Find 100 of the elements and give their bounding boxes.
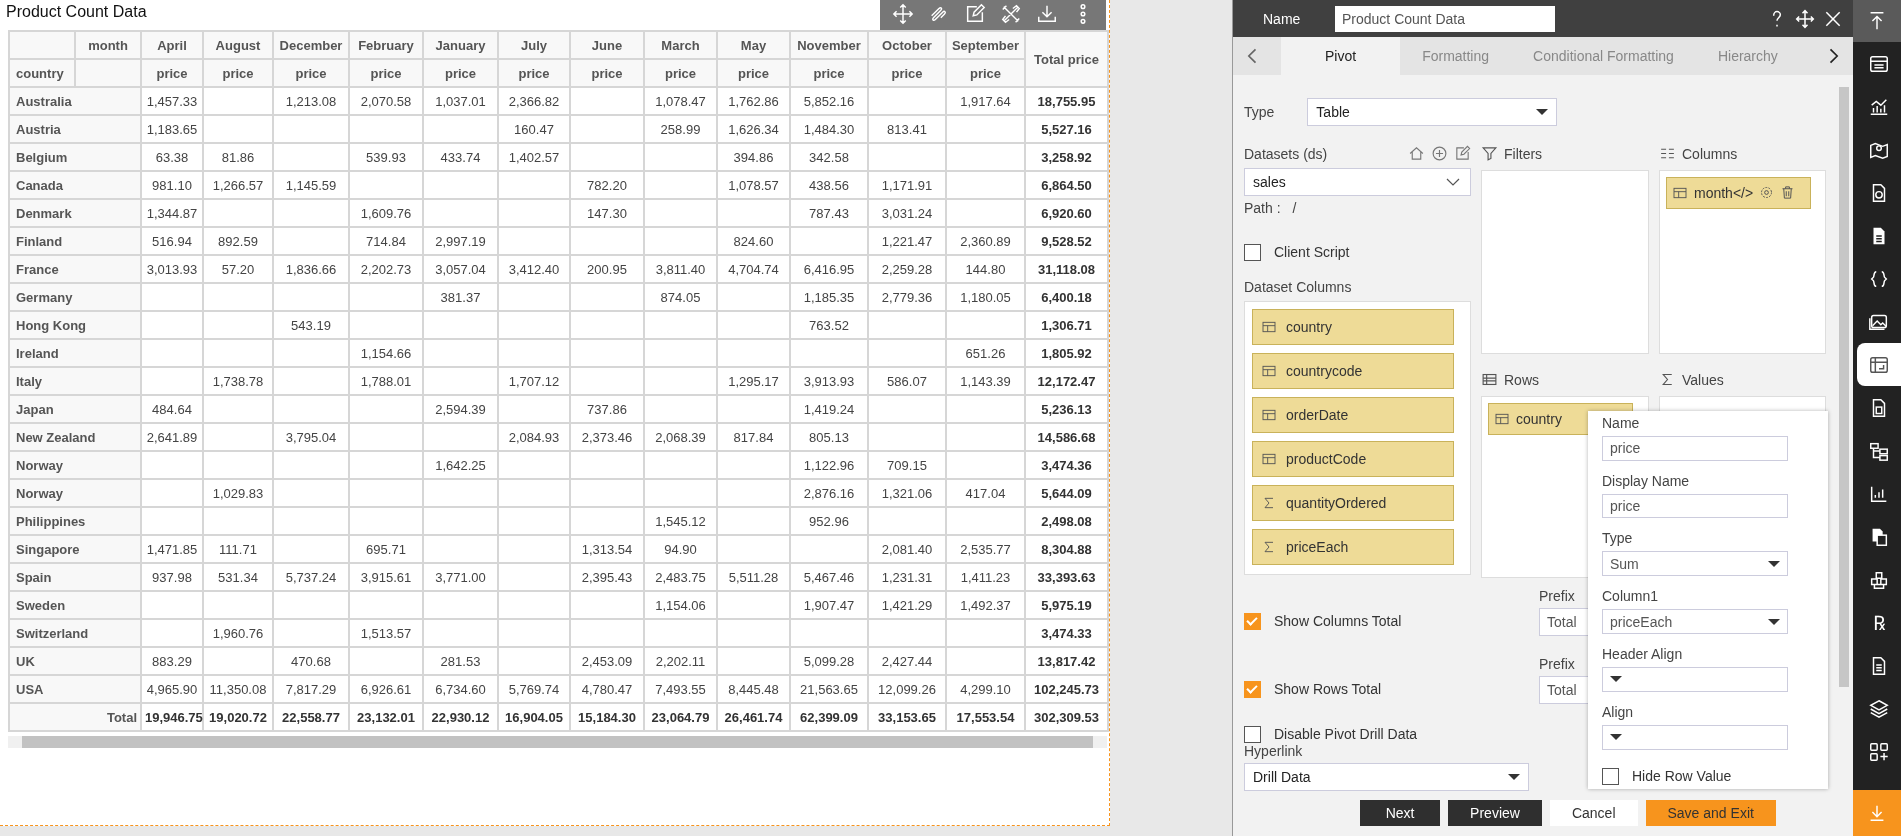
field-label: Type xyxy=(1602,530,1634,547)
table-cell: 1,122.96 xyxy=(790,451,868,479)
dataset-select[interactable]: sales xyxy=(1244,167,1471,196)
column-chip[interactable]: country xyxy=(1252,308,1454,345)
header-cell: June xyxy=(570,31,644,59)
column-chip[interactable]: productCode xyxy=(1252,440,1454,477)
table-cell: 8,445.48 xyxy=(717,675,790,703)
table-cell xyxy=(203,339,273,367)
button[interactable]: Next xyxy=(1360,800,1441,827)
prefix-label: Prefix xyxy=(1539,587,1576,604)
checkbox[interactable] xyxy=(1244,243,1261,261)
table-cell: 1,411.23 xyxy=(946,563,1025,591)
total-cell: 13,817.42 xyxy=(1025,647,1108,675)
table-cell xyxy=(141,311,203,339)
checkbox[interactable] xyxy=(1244,725,1261,743)
settings-icon[interactable] xyxy=(1759,185,1775,201)
table-cell: 539.93 xyxy=(349,143,423,171)
horizontal-scrollbar[interactable] xyxy=(8,736,1107,748)
table-cell xyxy=(203,87,273,115)
field-label: Header Align xyxy=(1602,646,1684,663)
total-cell: 26,461.74 xyxy=(717,703,790,731)
total-cell: 8,304.88 xyxy=(1025,535,1108,563)
table-cell xyxy=(141,619,203,647)
columns-drop-area[interactable]: month</> xyxy=(1659,169,1826,354)
column-chip[interactable]: countrycode xyxy=(1252,352,1454,389)
row-header-cell: New Zealand xyxy=(9,423,141,451)
tab[interactable]: Pivot xyxy=(1281,37,1401,75)
table-cell: 4,780.47 xyxy=(570,675,644,703)
column-chip[interactable]: quantityOrdered xyxy=(1252,484,1454,521)
display-name-input[interactable]: price xyxy=(1602,493,1788,519)
table-cell: 6,734.60 xyxy=(423,675,498,703)
table-cell: 2,068.39 xyxy=(644,423,717,451)
download-icon[interactable] xyxy=(1036,3,1058,25)
edit-icon[interactable] xyxy=(1454,145,1471,163)
edit-icon[interactable] xyxy=(964,3,986,25)
home-icon[interactable] xyxy=(1408,145,1425,163)
values-label: Values xyxy=(1682,371,1724,388)
trash-icon[interactable] xyxy=(1780,185,1796,201)
checkbox[interactable] xyxy=(1244,680,1261,698)
table-cell: 883.29 xyxy=(141,647,203,675)
tools-icon[interactable] xyxy=(1000,3,1022,25)
column-chip[interactable]: month</> xyxy=(1666,176,1811,209)
row-header-cell: Belgium xyxy=(9,143,141,171)
widget-title: Product Count Data xyxy=(6,2,147,21)
table-cell: 3,057.04 xyxy=(423,255,498,283)
table-cell: 3,913.93 xyxy=(790,367,868,395)
total-cell: 5,527.16 xyxy=(1025,115,1108,143)
column-chip[interactable]: priceEach xyxy=(1252,528,1454,565)
total-cell: 302,309.53 xyxy=(1025,703,1108,731)
table-cell: 21,563.65 xyxy=(790,675,868,703)
prefix-input[interactable]: Total xyxy=(1539,675,1588,704)
button[interactable]: Cancel xyxy=(1549,800,1638,827)
name-input[interactable]: Product Count Data xyxy=(1335,5,1555,32)
header-cell: price xyxy=(644,59,717,87)
total-cell: 3,474.33 xyxy=(1025,619,1108,647)
header-cell xyxy=(9,31,75,59)
table-cell: 1,266.57 xyxy=(203,171,273,199)
column-chip[interactable]: orderDate xyxy=(1252,396,1454,433)
hyperlink-select[interactable]: Drill Data xyxy=(1244,762,1529,791)
table-cell: 3,013.93 xyxy=(141,255,203,283)
table-cell: 1,484.30 xyxy=(790,115,868,143)
scroll-top-button[interactable] xyxy=(1853,0,1901,42)
table-cell: 737.86 xyxy=(570,395,644,423)
table-cell: 1,836.66 xyxy=(273,255,349,283)
layers-icon xyxy=(1868,697,1890,720)
table-cell: 4,965.90 xyxy=(141,675,203,703)
table-cell: 1,738.78 xyxy=(203,367,273,395)
sidebar-item[interactable]: ℞ xyxy=(1857,601,1901,644)
table-cell: 2,360.89 xyxy=(946,227,1025,255)
column-select[interactable]: priceEach xyxy=(1602,609,1788,635)
add-icon[interactable] xyxy=(1431,145,1448,163)
table-cell xyxy=(203,199,273,227)
table-cell xyxy=(498,507,570,535)
move-icon[interactable] xyxy=(892,3,914,25)
sidebar-item[interactable] xyxy=(1857,343,1901,386)
checkbox-label: Show Rows Total xyxy=(1274,681,1382,698)
total-cell: 31,118.08 xyxy=(1025,255,1108,283)
path-value: / xyxy=(1292,199,1297,216)
type-select[interactable]: Sum xyxy=(1602,551,1788,577)
total-cell: 5,975.19 xyxy=(1025,591,1108,619)
checkbox[interactable] xyxy=(1244,612,1261,630)
total-cell: 62,399.09 xyxy=(790,703,868,731)
checkbox[interactable] xyxy=(1602,767,1619,785)
table-cell: 111.71 xyxy=(203,535,273,563)
type-select[interactable]: Table xyxy=(1307,97,1558,126)
button[interactable]: Preview xyxy=(1448,800,1542,827)
table-cell: 2,641.89 xyxy=(141,423,203,451)
table-cell: 438.56 xyxy=(790,171,868,199)
table-cell xyxy=(203,507,273,535)
name-input[interactable]: price xyxy=(1602,435,1788,461)
move-icon[interactable] xyxy=(1795,8,1815,29)
header-cell: price xyxy=(349,59,423,87)
table-cell xyxy=(203,423,273,451)
table-cell: 763.52 xyxy=(790,311,868,339)
save-button[interactable]: Save and Exit xyxy=(1645,800,1776,827)
table-cell: 6,926.61 xyxy=(349,675,423,703)
table-cell: 892.59 xyxy=(203,227,273,255)
prefix-input[interactable]: Total xyxy=(1539,607,1588,636)
table-cell: 1,145.59 xyxy=(273,171,349,199)
table-cell: 1,917.64 xyxy=(946,87,1025,115)
